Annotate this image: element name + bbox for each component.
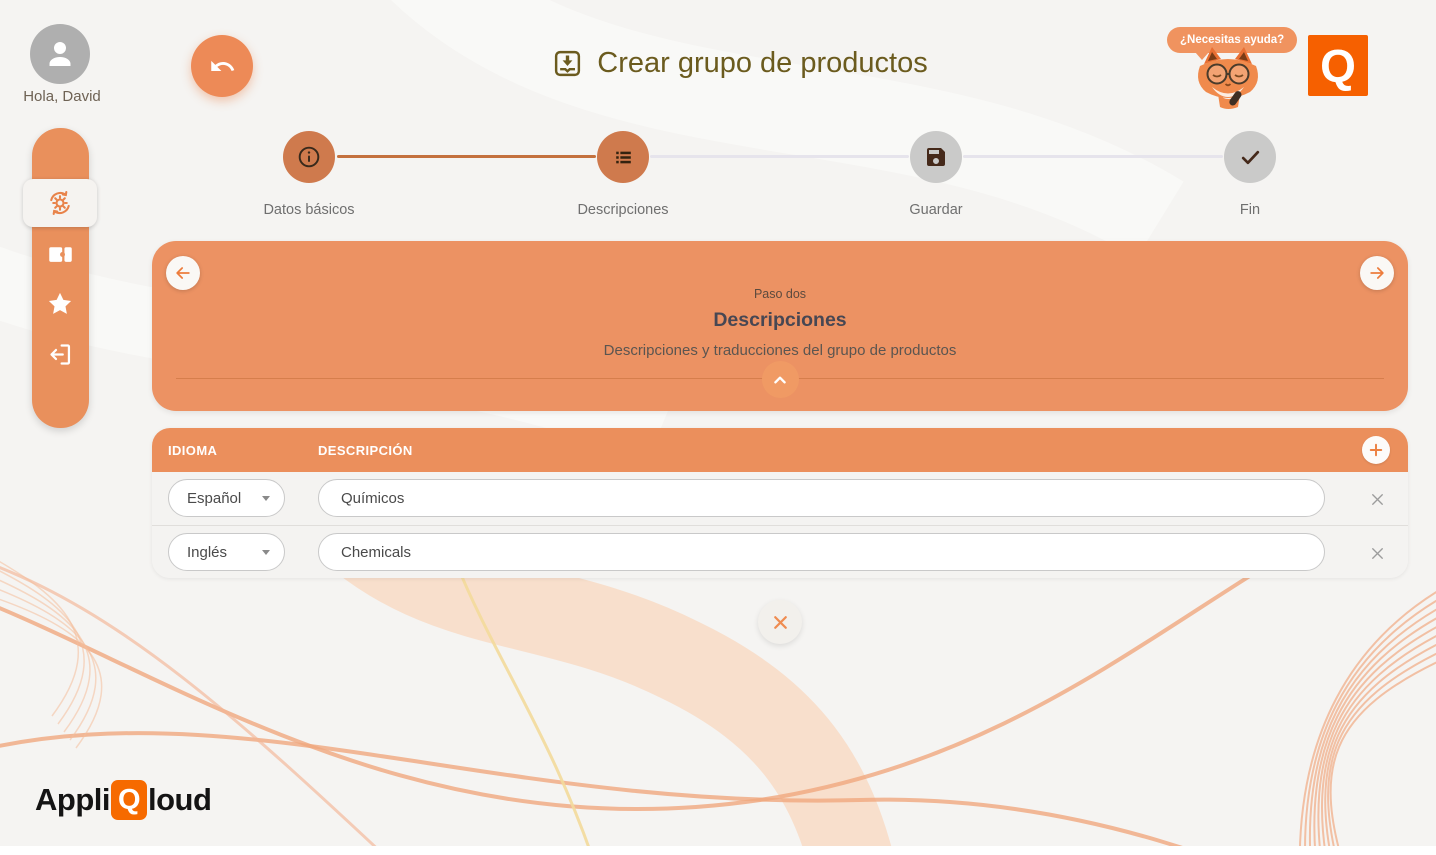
step-guardar-circle[interactable] xyxy=(910,131,962,183)
banner-prev-button[interactable] xyxy=(166,256,200,290)
save-icon xyxy=(924,145,948,169)
appliqloud-logo: Appli Q loud xyxy=(35,780,211,820)
brand-logo: Q xyxy=(1308,35,1368,96)
banner-next-button[interactable] xyxy=(1360,256,1394,290)
stepper-step-guardar: Guardar xyxy=(846,131,1026,218)
logo-q-badge: Q xyxy=(111,780,147,820)
column-header-idioma: IDIOMA xyxy=(168,443,217,458)
language-select-value: Inglés xyxy=(187,544,227,561)
sidebar-item-logout[interactable] xyxy=(45,339,75,369)
logo-prefix: Appli xyxy=(35,782,110,818)
fox-mascot[interactable] xyxy=(1188,44,1268,110)
descriptions-table: IDIOMA DESCRIPCIÓN Español xyxy=(152,428,1408,578)
delete-row-button[interactable] xyxy=(1363,539,1391,567)
banner-title: Descripciones xyxy=(152,309,1408,332)
description-input[interactable] xyxy=(318,533,1325,571)
chevron-up-icon xyxy=(769,369,791,391)
table-row: Inglés xyxy=(152,525,1408,578)
banner-subtitle: Descripciones y traducciones del grupo d… xyxy=(152,342,1408,359)
close-icon xyxy=(1368,544,1387,563)
sidebar-item-process-settings[interactable] xyxy=(23,179,97,227)
delete-row-button[interactable] xyxy=(1363,485,1391,513)
description-input[interactable] xyxy=(318,479,1325,517)
info-icon xyxy=(296,144,322,170)
ticket-icon xyxy=(47,241,74,268)
page-title-text: Crear grupo de productos xyxy=(597,47,927,80)
user-avatar[interactable] xyxy=(30,24,90,84)
step-label: Descripciones xyxy=(577,202,668,218)
step-label: Datos básicos xyxy=(263,202,354,218)
step-fin-circle[interactable] xyxy=(1224,131,1276,183)
person-icon xyxy=(42,36,78,72)
banner-step-label: Paso dos xyxy=(152,287,1408,301)
stepper-step-datos-basicos: Datos básicos xyxy=(219,131,399,218)
plus-icon xyxy=(1367,441,1385,459)
table-row: Español xyxy=(152,472,1408,525)
table-body: Español Inglés xyxy=(152,472,1408,578)
list-icon xyxy=(611,145,636,170)
sidebar-item-tickets[interactable] xyxy=(45,239,75,269)
column-header-descripcion: DESCRIPCIÓN xyxy=(318,443,413,458)
undo-icon xyxy=(209,53,236,80)
logo-suffix: loud xyxy=(148,782,211,818)
step-label: Guardar xyxy=(909,202,962,218)
close-icon xyxy=(770,612,791,633)
star-icon xyxy=(46,290,74,318)
step-banner: Paso dos Descripciones Descripciones y t… xyxy=(152,241,1408,411)
arrow-left-icon xyxy=(173,263,193,283)
check-icon xyxy=(1237,144,1264,171)
language-select[interactable]: Español xyxy=(168,479,285,517)
page-title: Crear grupo de productos xyxy=(240,47,1240,80)
language-select[interactable]: Inglés xyxy=(168,533,285,571)
language-select-value: Español xyxy=(187,490,241,507)
stepper-step-descripciones: Descripciones xyxy=(533,131,713,218)
step-label: Fin xyxy=(1240,202,1260,218)
add-row-button[interactable] xyxy=(1362,436,1390,464)
app-window: Hola, David Crear grupo de productos ¿Ne… xyxy=(0,0,1436,855)
sidebar xyxy=(32,128,89,428)
stepper-step-fin: Fin xyxy=(1160,131,1340,218)
chevron-down-icon xyxy=(262,550,270,555)
banner-collapse-button[interactable] xyxy=(762,361,799,398)
sidebar-item-favorites[interactable] xyxy=(45,289,75,319)
user-greeting: Hola, David xyxy=(0,88,124,105)
step-datos-basicos-circle[interactable] xyxy=(283,131,335,183)
cancel-button[interactable] xyxy=(758,600,802,644)
create-group-icon xyxy=(552,48,583,79)
table-header: IDIOMA DESCRIPCIÓN xyxy=(152,428,1408,472)
close-icon xyxy=(1368,490,1387,509)
arrow-right-icon xyxy=(1367,263,1387,283)
bottom-strip xyxy=(0,846,1436,855)
chevron-down-icon xyxy=(262,496,270,501)
process-settings-icon xyxy=(46,189,74,217)
step-descripciones-circle[interactable] xyxy=(597,131,649,183)
logout-icon xyxy=(47,341,74,368)
